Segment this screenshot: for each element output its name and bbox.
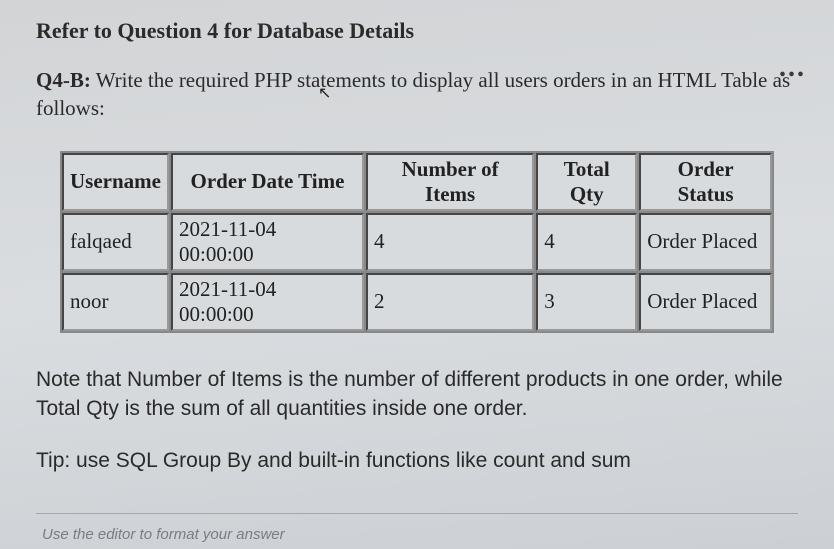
more-icon[interactable]: ... xyxy=(779,52,806,84)
question-text: Q4-B: Write the required PHP statements … xyxy=(36,66,798,123)
col-order-date: Order Date Time xyxy=(171,153,364,211)
col-order-status: Order Status xyxy=(639,153,772,211)
cell-username: noor xyxy=(62,273,169,331)
cell-date: 2021-11-04 00:00:00 xyxy=(171,213,364,271)
orders-table-wrapper: Username Order Date Time Number of Items… xyxy=(60,151,774,333)
col-total-qty: Total Qty xyxy=(536,153,637,211)
cell-status: Order Placed xyxy=(639,213,772,271)
divider xyxy=(36,513,798,514)
cell-date: 2021-11-04 00:00:00 xyxy=(171,273,364,331)
cell-status: Order Placed xyxy=(639,273,772,331)
cell-username: falqaed xyxy=(62,213,169,271)
editor-placeholder[interactable]: Use the editor to format your answer xyxy=(36,526,798,543)
col-username: Username xyxy=(62,153,169,211)
table-row: noor 2021-11-04 00:00:00 2 3 Order Place… xyxy=(62,273,772,331)
cell-qty: 3 xyxy=(536,273,637,331)
document-page: Refer to Question 4 for Database Details… xyxy=(0,0,834,549)
cell-items: 4 xyxy=(366,213,534,271)
cell-items: 2 xyxy=(366,273,534,331)
cell-qty: 4 xyxy=(536,213,637,271)
table-header-row: Username Order Date Time Number of Items… xyxy=(62,153,772,211)
orders-table: Username Order Date Time Number of Items… xyxy=(60,151,774,333)
question-body: Write the required PHP statements to dis… xyxy=(36,68,790,120)
question-label: Q4-B: xyxy=(36,68,91,92)
page-title: Refer to Question 4 for Database Details xyxy=(36,18,798,44)
tip-text: Tip: use SQL Group By and built-in funct… xyxy=(36,449,798,473)
col-number-items: Number of Items xyxy=(366,153,534,211)
table-row: falqaed 2021-11-04 00:00:00 4 4 Order Pl… xyxy=(62,213,772,271)
note-text: Note that Number of Items is the number … xyxy=(36,365,798,424)
